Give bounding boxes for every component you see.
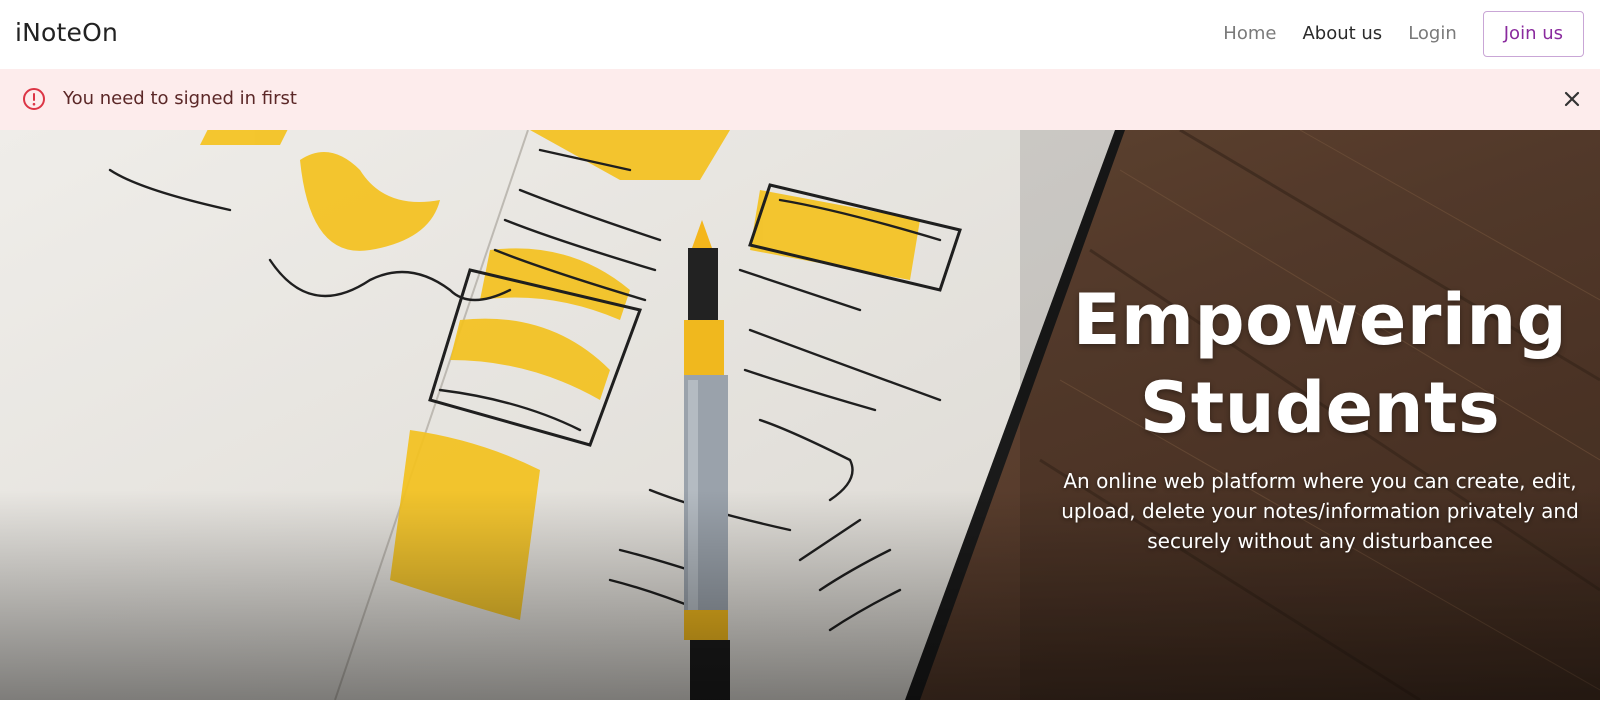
navbar: iNoteOn Home About us Login Join us — [0, 0, 1600, 68]
nav-link-about[interactable]: About us — [1302, 23, 1382, 44]
alert-message: You need to signed in first — [63, 88, 297, 109]
hero-section: Empowering Students An online web platfo… — [0, 130, 1600, 700]
hero-subtitle: An online web platform where you can cre… — [1061, 469, 1579, 553]
nav-link-login[interactable]: Login — [1408, 23, 1457, 44]
exclamation-circle-icon — [23, 88, 45, 110]
nav-links: Home About us Login Join us — [1223, 10, 1584, 57]
hero-title-line2: Students — [1139, 367, 1501, 449]
join-us-button[interactable]: Join us — [1482, 10, 1584, 57]
hero-title: Empowering Students — [1040, 276, 1600, 452]
close-icon[interactable] — [1561, 88, 1583, 110]
nav-link-home[interactable]: Home — [1223, 23, 1276, 44]
brand-logo[interactable]: iNoteOn — [15, 18, 118, 47]
signin-alert: You need to signed in first — [0, 69, 1600, 130]
hero-title-line1: Empowering — [1072, 279, 1568, 361]
hero-text: Empowering Students An online web platfo… — [1040, 276, 1600, 556]
